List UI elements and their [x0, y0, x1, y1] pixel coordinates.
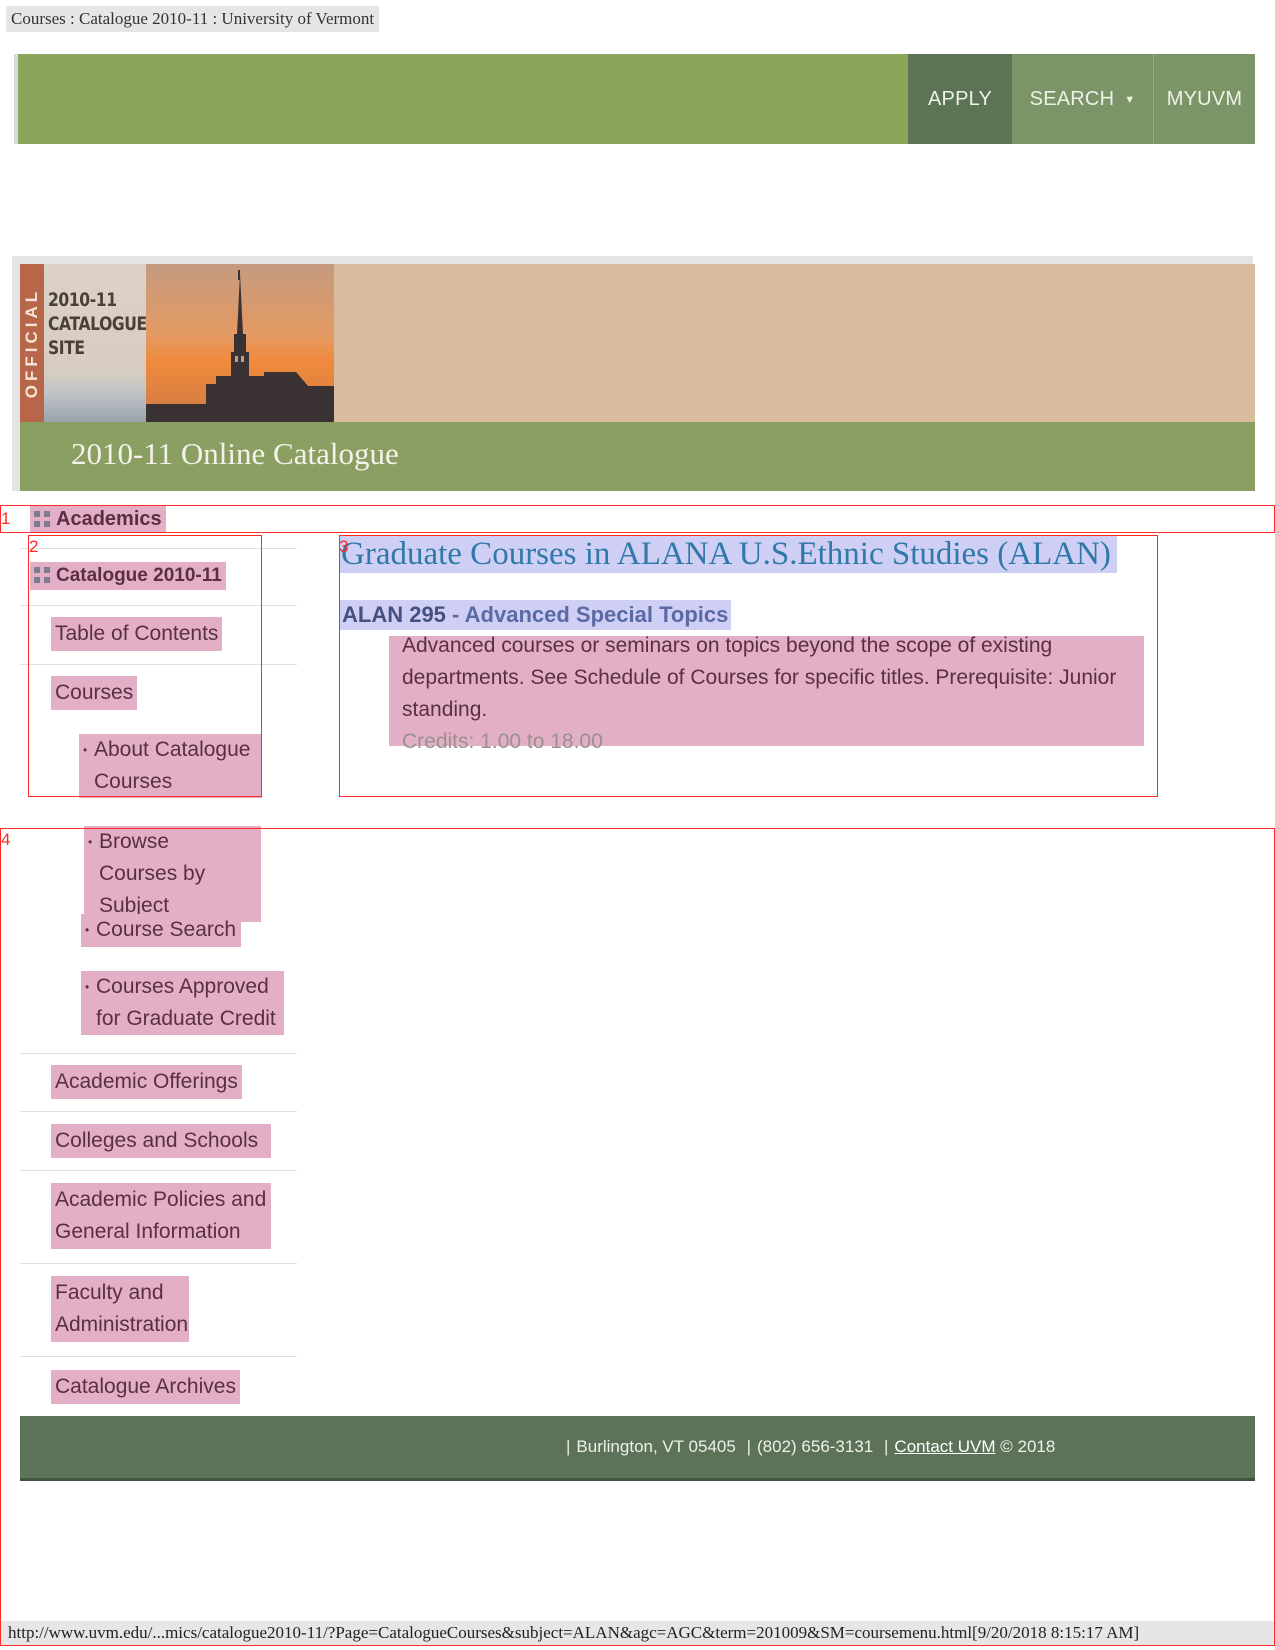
footer-address: Burlington, VT 05405	[576, 1437, 736, 1456]
course-code: ALAN 295	[342, 602, 446, 627]
bullet-icon: •	[85, 980, 90, 994]
catalogue-site-label: 2010-11 CATALOGUE SITE	[48, 289, 147, 359]
sidebar-subitem-about-catalogue-courses[interactable]: • About Catalogue Courses	[79, 734, 262, 798]
catalogue-title: 2010-11 Online Catalogue	[71, 436, 399, 471]
nav-divider	[20, 1170, 297, 1171]
bullet-icon: •	[85, 923, 90, 937]
site-footer: | Burlington, VT 05405 | (802) 656-3131 | C…	[20, 1416, 1255, 1481]
nav-divider	[20, 605, 297, 606]
annotation-label-3: 3	[339, 537, 349, 556]
footer-phone: (802) 656-3131	[757, 1437, 874, 1456]
sidebar-item-faculty-administration[interactable]: Faculty and Administration	[51, 1276, 189, 1342]
official-badge: OFFICIAL	[20, 264, 44, 422]
footer-copyright: © 2018	[1000, 1437, 1056, 1456]
myuvm-button[interactable]: MYUVM	[1154, 54, 1255, 144]
course-title[interactable]: ALAN 295 - Advanced Special Topics	[340, 600, 732, 630]
sidebar-heading-label: Academics	[56, 508, 162, 530]
campus-sunset-image	[146, 264, 334, 422]
myuvm-label: MYUVM	[1166, 88, 1243, 110]
search-label: SEARCH	[1029, 88, 1115, 110]
annotation-label-4: 4	[1, 830, 11, 849]
sidebar-subheading-label: Catalogue 2010-11	[56, 565, 222, 586]
course-credits: Credits: 1.00 to 18.00	[402, 730, 603, 753]
nav-divider	[20, 664, 297, 665]
apply-label: APPLY	[928, 88, 992, 110]
sidebar-subitem-course-search[interactable]: • Course Search	[81, 914, 242, 947]
sidebar-item-colleges-schools[interactable]: Colleges and Schools	[51, 1124, 271, 1158]
print-page-url: http://www.uvm.edu/...mics/catalogue2010…	[0, 1621, 1275, 1645]
bullet-icon: •	[83, 743, 88, 757]
course-description: Advanced courses or seminars on topics b…	[402, 634, 1117, 721]
nav-divider	[20, 548, 297, 549]
sidebar-item-table-of-contents[interactable]: Table of Contents	[51, 617, 223, 651]
grip-dots-icon	[34, 565, 52, 583]
annotation-box-1	[0, 505, 1275, 533]
top-nav-bar: APPLY SEARCH ▼ MYUVM	[14, 54, 1255, 144]
sidebar-heading-academics[interactable]: Academics	[30, 506, 166, 532]
sidebar-item-academic-offerings[interactable]: Academic Offerings	[51, 1065, 242, 1099]
print-page-title: Courses : Catalogue 2010-11 : University…	[6, 6, 380, 32]
nav-divider	[20, 1111, 297, 1112]
footer-separator: |	[746, 1437, 751, 1456]
bullet-icon: •	[88, 835, 93, 849]
footer-separator: |	[884, 1437, 889, 1456]
footer-contact-line: | Burlington, VT 05405 | (802) 656-3131 | C…	[560, 1416, 1055, 1478]
sidebar-subitem-browse-by-subject[interactable]: • Browse Courses by Subject	[84, 826, 261, 922]
search-button[interactable]: SEARCH ▼	[1012, 54, 1154, 144]
nav-bar-shadow	[14, 54, 18, 144]
sidebar-item-courses[interactable]: Courses	[51, 676, 138, 710]
sidebar-item-catalogue-archives[interactable]: Catalogue Archives	[51, 1370, 240, 1404]
course-name: - Advanced Special Topics	[452, 602, 729, 627]
annotation-label-1: 1	[1, 509, 11, 528]
caret-down-icon: ▼	[1124, 94, 1136, 106]
sidebar-item-academic-policies[interactable]: Academic Policies and General Informatio…	[51, 1183, 271, 1249]
page-title: Graduate Courses in ALANA U.S.Ethnic Stu…	[339, 535, 1117, 573]
apply-button[interactable]: APPLY	[908, 54, 1012, 144]
nav-divider	[20, 1356, 297, 1357]
grip-dots-icon	[34, 509, 52, 527]
contact-uvm-link[interactable]: Contact UVM	[894, 1437, 995, 1456]
nav-divider	[20, 1053, 297, 1054]
building-silhouette-icon	[146, 270, 334, 422]
sidebar-subitem-graduate-credit[interactable]: • Courses Approved for Graduate Credit	[81, 971, 284, 1035]
nav-divider	[20, 1263, 297, 1264]
footer-separator: |	[566, 1437, 571, 1456]
sidebar-heading-catalogue[interactable]: Catalogue 2010-11	[30, 562, 226, 590]
annotation-label-2: 2	[29, 537, 39, 556]
